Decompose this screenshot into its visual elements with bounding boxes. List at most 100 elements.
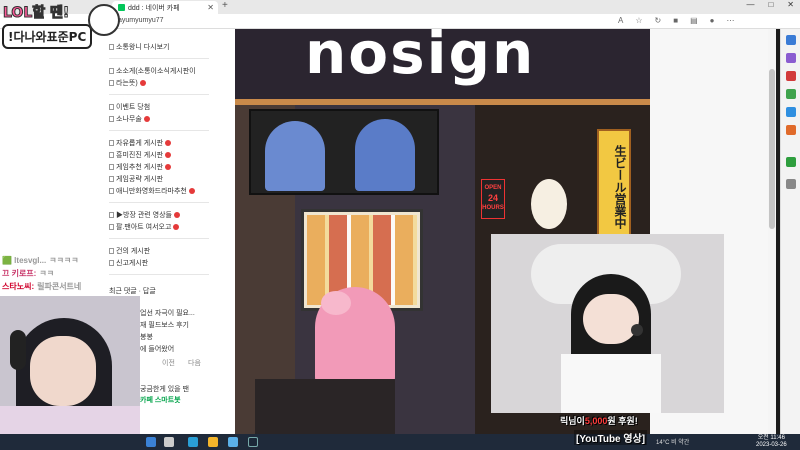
cafe-menu-item[interactable]: 게임추천 게시판 bbox=[109, 163, 172, 173]
chat-username: 끄 키로프: bbox=[2, 269, 37, 278]
page-scrollbar[interactable] bbox=[768, 29, 776, 434]
next-page-button[interactable]: 다음 bbox=[188, 359, 201, 369]
chat-username: 스타노씨: bbox=[2, 282, 35, 291]
recent-comment-item[interactable]: 업선 자극이 필요... bbox=[140, 309, 195, 319]
url-field[interactable]: ayumyumyu77 bbox=[118, 17, 164, 24]
cafe-menu-item[interactable]: 건의 게시판 bbox=[109, 247, 150, 257]
prev-page-button[interactable]: 이전 bbox=[162, 359, 175, 369]
tools-sidebar-icon[interactable] bbox=[786, 53, 796, 63]
cafe-menu-item-label: 게임공략 게시판 bbox=[116, 176, 164, 183]
chat-overlay: 🟩 ltesvgl... ㅋㅋㅋㅋ 끄 키로프: ㅋㅋ 스타노씨: 릴파콘서트네 bbox=[2, 255, 81, 294]
cafe-menu-item-label: 흥미진진 게시판 bbox=[116, 152, 164, 159]
close-window-button[interactable]: ✕ bbox=[787, 0, 794, 9]
new-tab-button[interactable]: + bbox=[222, 0, 228, 11]
chick-mascot-poster bbox=[531, 179, 567, 229]
cafe-menu-item[interactable]: 소나무술 bbox=[109, 115, 150, 125]
cafe-menu-item-label: 팔.팬아트 여서오고 bbox=[116, 224, 172, 231]
chat-text: ㅋㅋ bbox=[39, 269, 55, 278]
cafe-menu-item-label: 소나무술 bbox=[116, 116, 142, 123]
webcam-overlay bbox=[0, 296, 140, 434]
menu-divider bbox=[109, 274, 209, 275]
youtube-video-overlay bbox=[491, 234, 724, 413]
cafe-menu-item[interactable]: 소소게(소통이소식게시판이 bbox=[109, 67, 196, 77]
board-icon bbox=[109, 224, 114, 231]
search-sidebar-icon[interactable] bbox=[786, 35, 796, 45]
taskbar: 14°C 비 약간 오전 11:46 2023-03-26 bbox=[0, 434, 800, 450]
cafe-smartbot-link[interactable]: 카페 스마트봇 bbox=[140, 396, 181, 406]
cafe-menu-item[interactable]: 게임공략 게시판 bbox=[109, 175, 163, 185]
edge-icon[interactable] bbox=[188, 437, 198, 447]
board-icon bbox=[109, 116, 114, 123]
scroll-thumb[interactable] bbox=[769, 69, 775, 229]
browser-sidebar bbox=[780, 29, 800, 434]
new-badge-icon bbox=[139, 80, 146, 87]
microphone-icon bbox=[631, 324, 643, 336]
headphones-icon bbox=[10, 330, 26, 370]
games-sidebar-icon[interactable] bbox=[786, 71, 796, 81]
new-badge-icon bbox=[173, 212, 180, 219]
cafe-menu-item[interactable]: ▶방장 관련 영상들 bbox=[109, 211, 180, 221]
logo-brand: !다나와표준PC bbox=[2, 24, 93, 49]
board-icon bbox=[109, 140, 114, 147]
board-icon bbox=[109, 152, 114, 159]
board-icon bbox=[109, 164, 114, 171]
chat-message: 🟩 ltesvgl... ㅋㅋㅋㅋ bbox=[2, 255, 81, 268]
board-icon bbox=[109, 80, 114, 87]
minimize-button[interactable]: — bbox=[746, 0, 754, 9]
cafe-menu-item[interactable]: 흥미진진 게시판 bbox=[109, 151, 172, 161]
extension-icon[interactable]: ■ bbox=[673, 16, 678, 25]
logo-lol: LOL bbox=[2, 5, 33, 22]
clock[interactable]: 오전 11:46 2023-03-26 bbox=[756, 435, 787, 449]
new-badge-icon bbox=[165, 140, 172, 147]
mascot-icon bbox=[88, 4, 120, 36]
cafe-menu-item-label: 이벤트 당첨 bbox=[116, 104, 151, 111]
cafe-menu-item[interactable]: 이벤트 당첨 bbox=[109, 103, 150, 113]
read-aloud-icon[interactable]: A bbox=[618, 16, 623, 25]
favorite-star-icon[interactable]: ☆ bbox=[635, 16, 642, 25]
more-menu-icon[interactable]: ⋯ bbox=[726, 16, 734, 25]
drop-sidebar-icon[interactable] bbox=[786, 125, 796, 135]
open-24-hours-sign: OPEN 24 HOURS bbox=[481, 179, 505, 219]
recent-comment-item[interactable]: 에 들어왔어 bbox=[140, 345, 174, 355]
chat-message: 끄 키로프: ㅋㅋ bbox=[2, 268, 81, 281]
new-badge-icon bbox=[165, 164, 172, 171]
clock-time: 오전 11:46 bbox=[757, 435, 785, 441]
cafe-menu-item-label: 자유롭게 게시판 bbox=[116, 140, 164, 147]
board-icon bbox=[109, 248, 114, 255]
store-sign-text: nosign bbox=[305, 29, 536, 87]
add-sidebar-icon[interactable] bbox=[786, 179, 796, 189]
new-badge-icon bbox=[188, 188, 195, 195]
board-icon bbox=[109, 104, 114, 111]
menu-divider bbox=[109, 94, 209, 95]
board-icon bbox=[109, 176, 114, 183]
office-sidebar-icon[interactable] bbox=[786, 89, 796, 99]
menu-divider bbox=[109, 58, 209, 59]
cafe-menu-item[interactable]: 팔.팬아트 여서오고 bbox=[109, 223, 180, 233]
new-badge-icon bbox=[143, 116, 150, 123]
recent-comment-item[interactable]: 봉봉 bbox=[140, 333, 153, 343]
start-icon[interactable] bbox=[146, 437, 156, 447]
cafe-menu-item-label: 라는뜻) bbox=[116, 80, 138, 87]
cafe-menu-item[interactable]: 자유롭게 게시판 bbox=[109, 139, 172, 149]
cafe-menu-item[interactable]: 애니만화영화드라마추천 bbox=[109, 187, 195, 197]
weather-text[interactable]: 14°C 비 약간 bbox=[656, 437, 689, 446]
recent-comment-item[interactable]: 재 필드보스 후기 bbox=[140, 321, 189, 331]
tree-sidebar-icon[interactable] bbox=[786, 157, 796, 167]
maximize-button[interactable]: □ bbox=[768, 0, 773, 9]
store-icon[interactable] bbox=[228, 437, 238, 447]
profile-icon[interactable]: ● bbox=[710, 16, 715, 25]
cafe-menu-item[interactable]: 신고게시판 bbox=[109, 259, 148, 269]
search-icon[interactable] bbox=[164, 437, 174, 447]
cafe-menu-item[interactable]: 라는뜻) bbox=[109, 79, 146, 89]
collections-icon[interactable]: ▤ bbox=[690, 16, 698, 25]
new-badge-icon bbox=[173, 224, 180, 231]
refresh-icon[interactable]: ↻ bbox=[655, 16, 662, 25]
browser-tab[interactable]: ddd : 네이버 카페 ✕ bbox=[112, 1, 218, 14]
folder-icon[interactable] bbox=[208, 437, 218, 447]
cafe-menu-item-label: 신고게시판 bbox=[116, 260, 149, 267]
steam-icon[interactable] bbox=[248, 437, 258, 447]
chat-text: 릴파콘서트네 bbox=[37, 282, 82, 291]
tab-close-icon[interactable]: ✕ bbox=[207, 3, 214, 12]
cafe-menu-item-label: 애니만화영화드라마추천 bbox=[116, 188, 187, 195]
outlook-sidebar-icon[interactable] bbox=[786, 107, 796, 117]
